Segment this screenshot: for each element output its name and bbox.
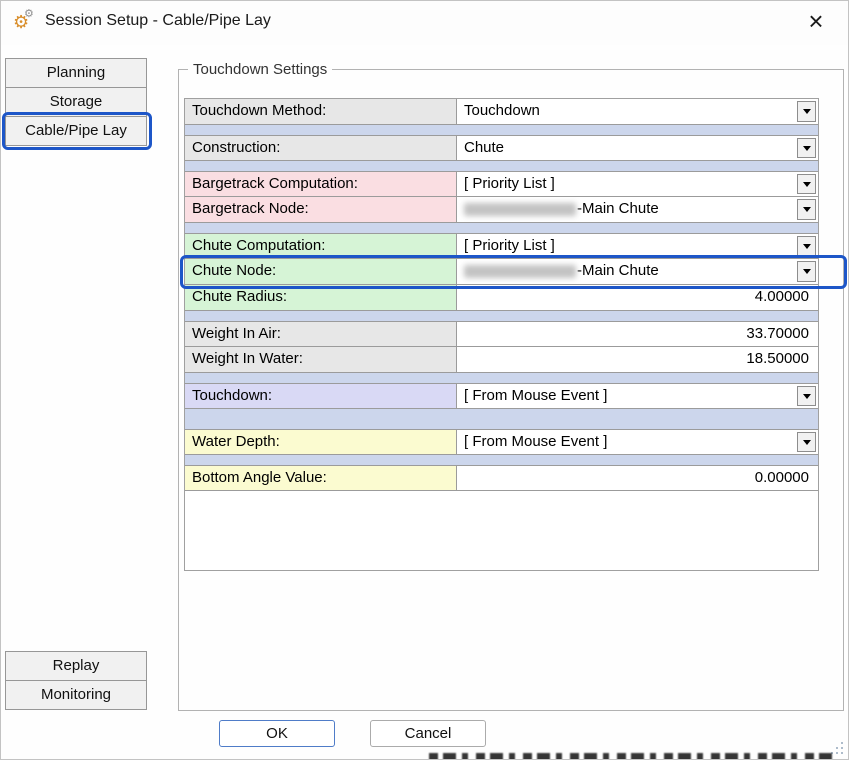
settings-gears-icon: ⚙ ⚙ (13, 9, 39, 35)
title-bar: ⚙ ⚙ Session Setup - Cable/Pipe Lay × (1, 1, 848, 45)
chevron-down-icon (803, 109, 811, 114)
settings-row-touchdown-method: Touchdown Method: Touchdown (185, 99, 818, 125)
redacted-text (464, 203, 576, 216)
groupbox-legend: Touchdown Settings (188, 61, 332, 78)
row-label: Touchdown: (185, 384, 457, 408)
settings-row-chute-computation: Chute Computation: [ Priority List ] (185, 233, 818, 259)
settings-row-weight-in-air: Weight In Air: 33.70000 (185, 321, 818, 347)
chevron-down-icon (803, 440, 811, 445)
settings-row-touchdown: Touchdown: [ From Mouse Event ] (185, 383, 818, 409)
dropdown-field-bargetrack-computation[interactable]: [ Priority List ] (457, 172, 818, 196)
window-title: Session Setup - Cable/Pipe Lay (45, 12, 271, 30)
field-value: [ From Mouse Event ] (464, 433, 607, 450)
row-label: Chute Computation: (185, 234, 457, 258)
settings-row-chute-node: Chute Node: -Main Chute (185, 259, 818, 285)
settings-row-bargetrack-node: Bargetrack Node: -Main Chute (185, 197, 818, 223)
dropdown-arrow-button[interactable] (797, 236, 816, 256)
dropdown-field-touchdown[interactable]: [ From Mouse Event ] (457, 384, 818, 408)
row-group-spacer (185, 311, 818, 321)
chevron-down-icon (803, 146, 811, 151)
field-value: 4.00000 (755, 288, 809, 305)
field-value: -Main Chute (577, 262, 659, 279)
row-label: Touchdown Method: (185, 99, 457, 124)
chevron-down-icon (803, 207, 811, 212)
row-group-spacer (185, 161, 818, 171)
dropdown-field-water-depth[interactable]: [ From Mouse Event ] (457, 430, 818, 454)
row-label: Bargetrack Node: (185, 197, 457, 222)
row-label: Bargetrack Computation: (185, 172, 457, 196)
dropdown-field-bargetrack-node[interactable]: -Main Chute (457, 197, 818, 222)
small-gear-icon: ⚙ (24, 7, 34, 20)
field-value: Chute (464, 139, 504, 156)
field-value: [ Priority List ] (464, 237, 555, 254)
dropdown-field-construction[interactable]: Chute (457, 136, 818, 160)
row-group-spacer (185, 373, 818, 383)
settings-row-water-depth: Water Depth: [ From Mouse Event ] (185, 429, 818, 455)
row-label: Weight In Air: (185, 322, 457, 346)
settings-row-bargetrack-computation: Bargetrack Computation: [ Priority List ] (185, 171, 818, 197)
row-label: Water Depth: (185, 430, 457, 454)
resize-grip[interactable] (841, 752, 843, 754)
settings-row-chute-radius: Chute Radius: 4.00000 (185, 285, 818, 311)
value-field-chute-radius[interactable]: 4.00000 (457, 285, 818, 310)
chevron-down-icon (803, 182, 811, 187)
cancel-button[interactable]: Cancel (370, 720, 486, 747)
settings-row-construction: Construction: Chute (185, 135, 818, 161)
chevron-down-icon (803, 244, 811, 249)
field-value: 18.50000 (746, 350, 809, 367)
settings-row-weight-in-water: Weight In Water: 18.50000 (185, 347, 818, 373)
row-label: Chute Radius: (185, 285, 457, 310)
row-label: Construction: (185, 136, 457, 160)
dropdown-field-chute-node[interactable]: -Main Chute (457, 259, 818, 284)
dropdown-arrow-button[interactable] (797, 199, 816, 220)
field-value: Touchdown (464, 102, 540, 119)
dropdown-arrow-button[interactable] (797, 101, 816, 122)
dropdown-arrow-button[interactable] (797, 261, 816, 282)
row-label: Weight In Water: (185, 347, 457, 372)
sidebar-item-replay[interactable]: Replay (5, 651, 147, 681)
dropdown-arrow-button[interactable] (797, 174, 816, 194)
row-label: Chute Node: (185, 259, 457, 284)
sidebar-item-planning[interactable]: Planning (5, 58, 147, 88)
value-field-weight-in-water[interactable]: 18.50000 (457, 347, 818, 372)
chevron-down-icon (803, 394, 811, 399)
field-value: 33.70000 (746, 325, 809, 342)
redacted-text (464, 265, 576, 278)
row-label: Bottom Angle Value: (185, 466, 457, 490)
value-field-weight-in-air[interactable]: 33.70000 (457, 322, 818, 346)
field-value: 0.00000 (755, 469, 809, 486)
sidebar-item-monitoring[interactable]: Monitoring (5, 680, 147, 710)
row-group-spacer (185, 455, 818, 465)
settings-row-bottom-angle-value: Bottom Angle Value: 0.00000 (185, 465, 818, 491)
background-window-clipped-text (429, 753, 837, 760)
settings-table: Touchdown Method:TouchdownConstruction:C… (184, 98, 819, 571)
sidebar-item-cable-pipe-lay[interactable]: Cable/Pipe Lay (5, 116, 147, 146)
close-icon[interactable]: × (800, 5, 832, 37)
row-group-spacer (185, 409, 818, 429)
dropdown-arrow-button[interactable] (797, 138, 816, 158)
sidebar-item-storage[interactable]: Storage (5, 87, 147, 117)
chevron-down-icon (803, 269, 811, 274)
session-setup-dialog: ⚙ ⚙ Session Setup - Cable/Pipe Lay × Pla… (0, 0, 849, 760)
row-group-spacer (185, 223, 818, 233)
dropdown-arrow-button[interactable] (797, 386, 816, 406)
row-group-spacer (185, 125, 818, 135)
value-field-bottom-angle-value[interactable]: 0.00000 (457, 466, 818, 490)
field-value: -Main Chute (577, 200, 659, 217)
dropdown-field-chute-computation[interactable]: [ Priority List ] (457, 234, 818, 258)
dropdown-field-touchdown-method[interactable]: Touchdown (457, 99, 818, 124)
field-value: [ From Mouse Event ] (464, 387, 607, 404)
field-value: [ Priority List ] (464, 175, 555, 192)
dropdown-arrow-button[interactable] (797, 432, 816, 452)
ok-button[interactable]: OK (219, 720, 335, 747)
